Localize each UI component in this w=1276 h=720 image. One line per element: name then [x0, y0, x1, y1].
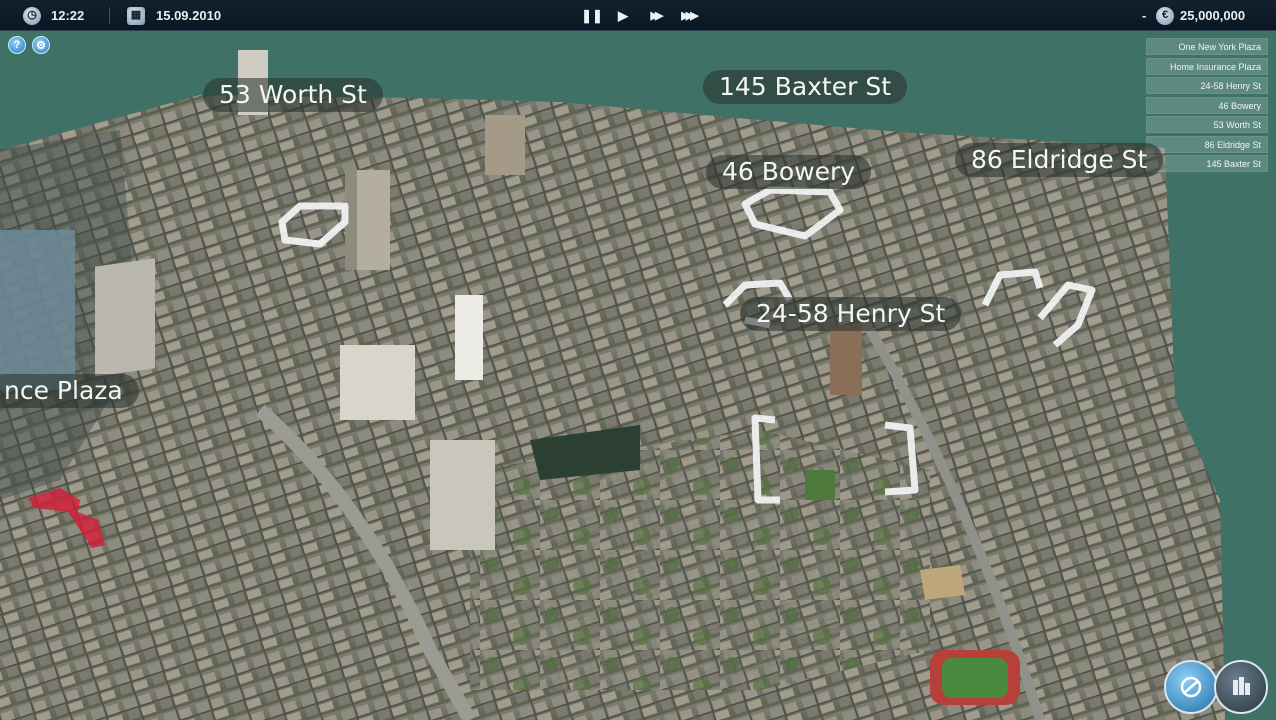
- money-prefix: -: [1142, 8, 1147, 23]
- date-display: 15.09.2010: [156, 8, 222, 23]
- camera-button[interactable]: [1164, 660, 1218, 714]
- fast-forward-button[interactable]: ▶▶: [643, 6, 667, 25]
- map-label-worth[interactable]: 53 Worth St: [203, 78, 383, 112]
- play-button[interactable]: ▶: [614, 6, 632, 25]
- top-bar: ◷ 12:22 ▦ 15.09.2010 ❚❚ ▶ ▶▶ ▶▶▶ - € 25,…: [0, 0, 1276, 31]
- map-label-henry[interactable]: 24-58 Henry St: [740, 297, 962, 331]
- time-display: 12:22: [51, 8, 85, 23]
- building-list-item[interactable]: 24-58 Henry St: [1146, 77, 1268, 94]
- map-label-baxter[interactable]: 145 Baxter St: [703, 70, 908, 104]
- money-display: 25,000,000: [1180, 8, 1246, 23]
- building-list-item[interactable]: 145 Baxter St: [1146, 155, 1268, 172]
- euro-icon: €: [1156, 0, 1174, 31]
- map-label-bowery[interactable]: 46 Bowery: [706, 155, 872, 189]
- building-list-item[interactable]: 46 Bowery: [1146, 96, 1268, 114]
- clock-icon: ◷: [23, 0, 41, 31]
- pause-button[interactable]: ❚❚: [581, 6, 603, 25]
- building-list-item[interactable]: 53 Worth St: [1146, 116, 1268, 133]
- help-button[interactable]: ?: [8, 36, 26, 54]
- building-menu-icon: [1233, 677, 1250, 695]
- fastest-forward-button[interactable]: ▶▶▶: [673, 6, 703, 25]
- divider: [109, 7, 110, 24]
- settings-button[interactable]: ⚙: [32, 36, 50, 54]
- building-list-item[interactable]: One New York Plaza: [1146, 38, 1268, 55]
- menu-button[interactable]: [1214, 660, 1268, 714]
- map-label-plaza[interactable]: nce Plaza: [0, 374, 139, 408]
- camera-icon: [1180, 676, 1202, 698]
- building-list-item[interactable]: 86 Eldridge St: [1146, 135, 1268, 153]
- map-label-eldridge[interactable]: 86 Eldridge St: [955, 143, 1164, 177]
- city-map-view[interactable]: [0, 0, 1276, 720]
- city-terrain: [0, 0, 1276, 720]
- calendar-icon: ▦: [127, 0, 145, 31]
- building-list: One New York Plaza Home Insurance Plaza …: [1146, 38, 1268, 175]
- building-list-item[interactable]: Home Insurance Plaza: [1146, 57, 1268, 75]
